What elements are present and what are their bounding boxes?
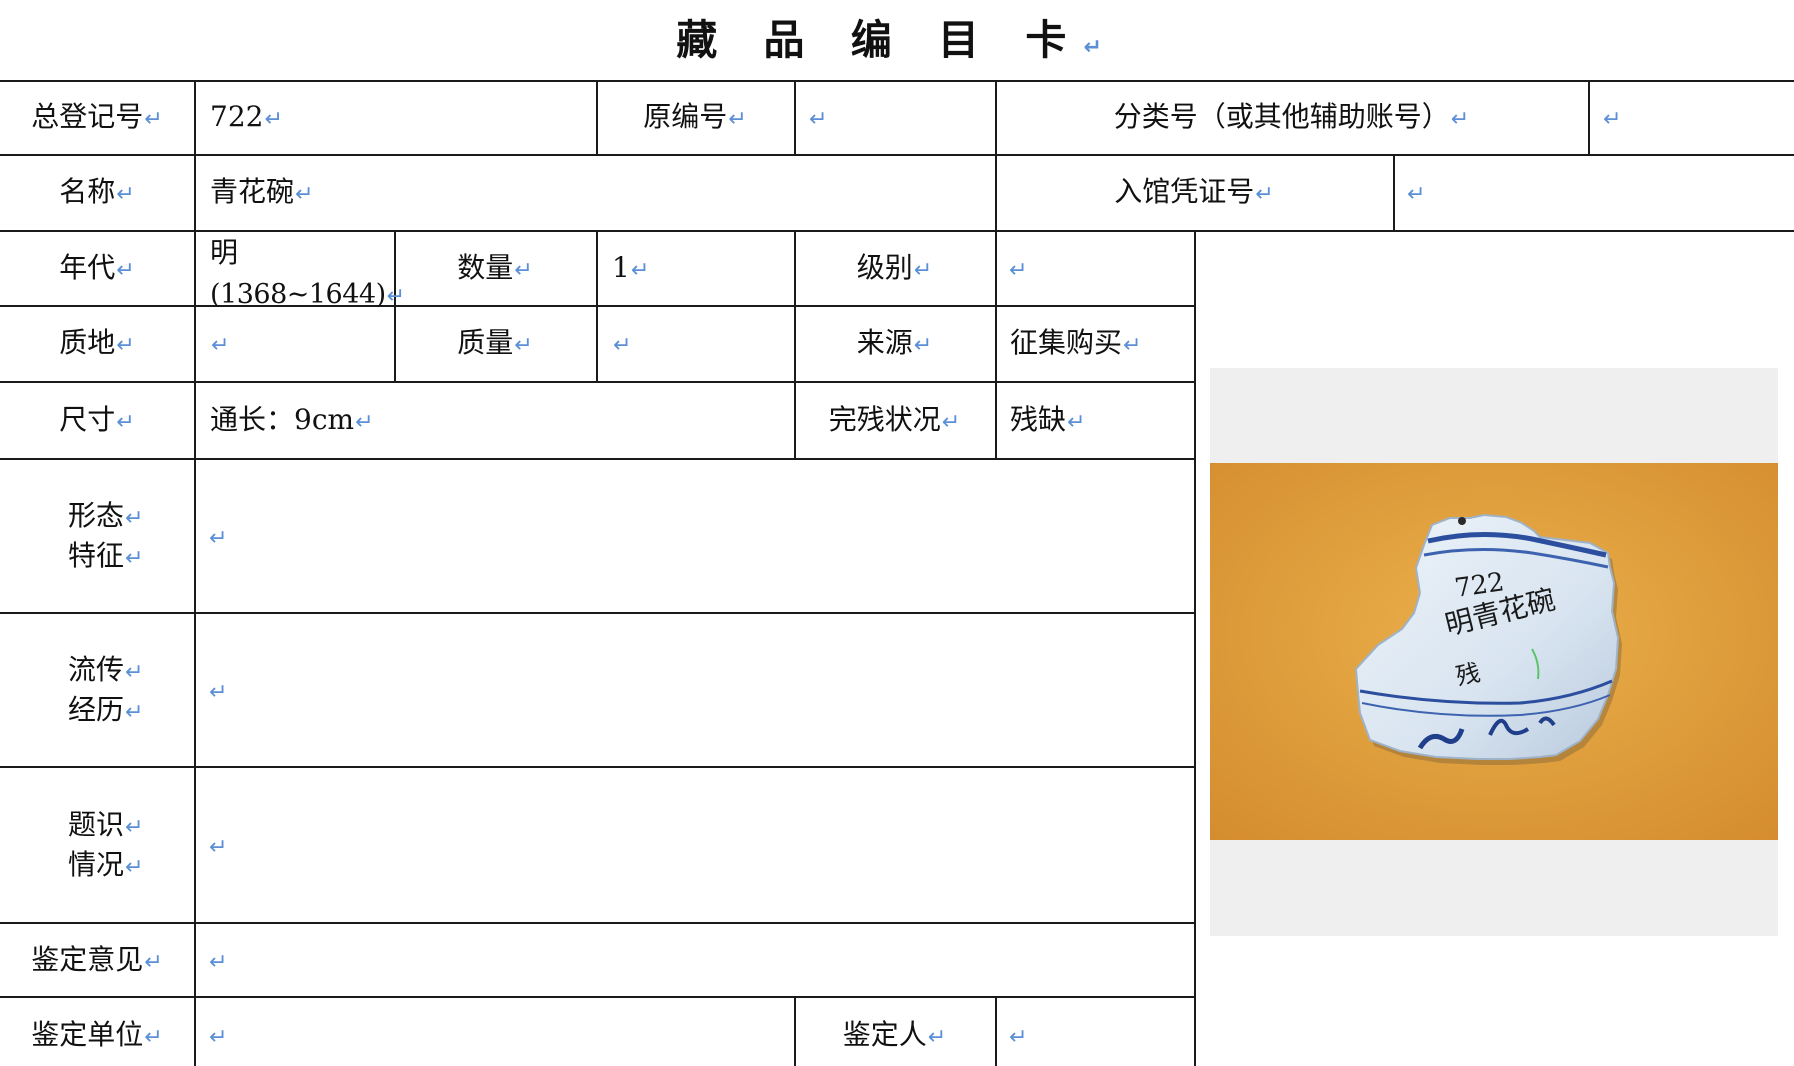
source-label: 来源↵: [856, 326, 933, 359]
col-rule-j: [995, 230, 997, 460]
weight-label: 质量↵: [457, 326, 533, 359]
size-value[interactable]: 通长：9cm↵: [210, 400, 374, 443]
rule-6: [0, 458, 1196, 460]
col-rule-f: [1393, 154, 1395, 232]
col-rule-m: [995, 996, 997, 1066]
era-label: 年代↵: [59, 251, 135, 284]
source-value[interactable]: 征集购买↵: [1010, 323, 1141, 366]
condition-label: 完残状况↵: [828, 403, 961, 436]
history-value[interactable]: ↵: [208, 670, 227, 713]
material-value[interactable]: ↵: [210, 323, 229, 366]
inscription-label: 题识↵: [68, 808, 144, 841]
rule-5: [0, 381, 1196, 383]
appraiser-label: 鉴定人↵: [842, 1018, 947, 1051]
form-label-2: 特征↵: [68, 539, 144, 572]
total-reg-label: 总登记号↵: [31, 100, 163, 133]
rule-2: [0, 154, 1794, 156]
grade-label: 级别↵: [856, 251, 933, 284]
material-label: 质地↵: [59, 326, 135, 359]
appraisal-unit-value[interactable]: ↵: [208, 1015, 227, 1058]
rule-8: [0, 766, 1196, 768]
card-title: 藏 品 编 目 卡↵: [676, 16, 1118, 64]
col-rule-c: [794, 80, 796, 156]
weight-value[interactable]: ↵: [612, 323, 631, 366]
orig-no-label: 原编号↵: [643, 100, 747, 133]
voucher-value[interactable]: ↵: [1406, 172, 1425, 215]
size-label: 尺寸↵: [59, 403, 135, 436]
appraisal-value[interactable]: ↵: [208, 940, 227, 983]
class-no-label: 分类号（或其他辅助账号）↵: [1113, 100, 1470, 133]
rule-4: [0, 305, 1196, 307]
col-rule-e: [1588, 80, 1590, 156]
col-rule-a: [194, 80, 196, 1066]
appraiser-value[interactable]: ↵: [1008, 1015, 1027, 1058]
grade-value[interactable]: ↵: [1008, 248, 1027, 291]
rule-7: [0, 612, 1196, 614]
rule-9: [0, 922, 1196, 924]
history-label: 流传↵: [68, 653, 144, 686]
qty-value[interactable]: 1↵: [612, 248, 649, 291]
era-value-line1[interactable]: 明: [210, 233, 238, 273]
voucher-label: 入馆凭证号↵: [1114, 175, 1274, 208]
inscription-value[interactable]: ↵: [208, 825, 227, 868]
orig-no-value[interactable]: ↵: [808, 97, 827, 140]
inscription-label-2: 情况↵: [68, 848, 144, 881]
artifact-photo-frame: 722 明青花碗 残: [1210, 368, 1778, 936]
qty-label: 数量↵: [457, 251, 533, 284]
col-rule-k: [1194, 230, 1196, 1066]
appraisal-label: 鉴定意见↵: [31, 943, 163, 976]
era-value-line2[interactable]: (1368~1644)↵: [210, 275, 405, 317]
form-value[interactable]: ↵: [208, 516, 227, 559]
col-rule-h: [596, 230, 598, 383]
artifact-photo: 722 明青花碗 残: [1210, 463, 1778, 840]
class-no-value[interactable]: ↵: [1602, 97, 1621, 140]
rule-10: [0, 996, 1196, 998]
rule-1: [0, 80, 1794, 82]
name-value[interactable]: 青花碗↵: [210, 172, 313, 215]
form-label: 形态↵: [68, 499, 144, 532]
appraisal-unit-label: 鉴定单位↵: [31, 1018, 163, 1051]
name-label: 名称↵: [59, 175, 135, 208]
rule-3: [0, 230, 1794, 232]
history-label-2: 经历↵: [68, 693, 144, 726]
condition-value[interactable]: 残缺↵: [1010, 400, 1085, 443]
total-reg-value[interactable]: 722↵: [210, 97, 283, 140]
